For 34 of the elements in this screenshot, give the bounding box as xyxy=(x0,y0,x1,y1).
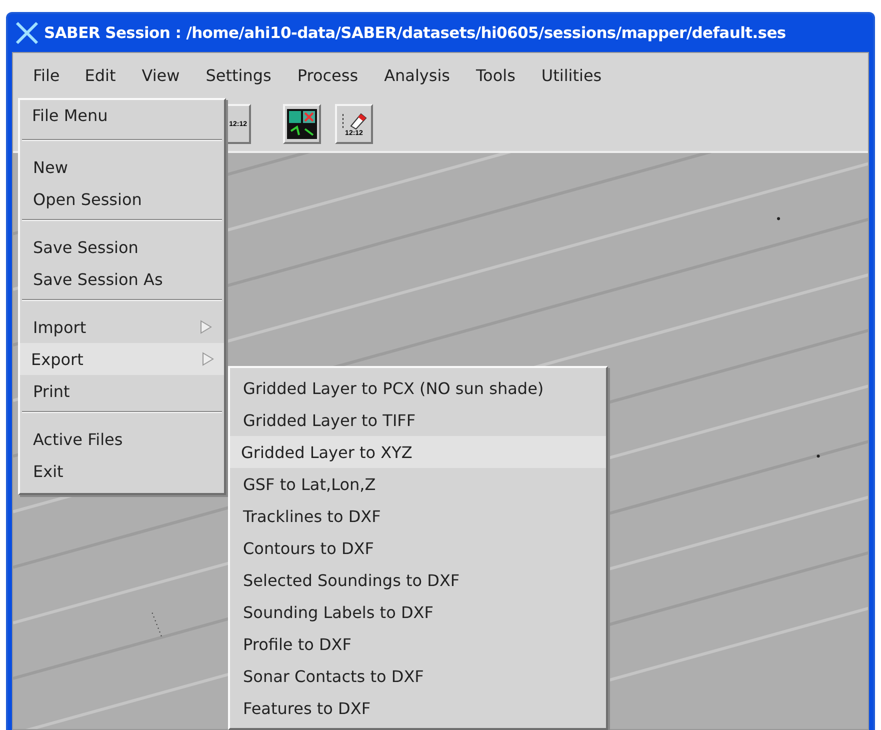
menu-item[interactable]: Save Session xyxy=(20,231,224,263)
menu-title[interactable]: Analysis xyxy=(371,60,463,90)
menu-item[interactable]: Tracklines to DXF xyxy=(230,500,606,532)
menu-item[interactable]: Open Session xyxy=(20,183,224,215)
menu-title[interactable]: Edit xyxy=(72,60,129,90)
map-tool-button[interactable] xyxy=(283,104,321,144)
menu-title[interactable]: Process xyxy=(284,60,372,90)
menu-item[interactable]: Active Files xyxy=(20,423,224,455)
menu-item[interactable]: Print xyxy=(20,375,224,407)
menu-item[interactable]: Selected Soundings to DXF xyxy=(230,564,606,596)
menu-item[interactable]: Profile to DXF xyxy=(230,628,606,660)
menu-item[interactable]: Sonar Contacts to DXF xyxy=(230,660,606,692)
x-logo-icon xyxy=(14,21,40,45)
menu-title[interactable]: Utilities xyxy=(528,60,615,90)
menu-item[interactable]: Contours to DXF xyxy=(230,532,606,564)
menu-item[interactable]: Gridded Layer to TIFF xyxy=(230,404,606,436)
menu-item[interactable]: New xyxy=(20,151,224,183)
menu-item[interactable]: Exit xyxy=(20,455,224,487)
menu-item[interactable]: GSF to Lat,Lon,Z xyxy=(230,468,606,500)
eraser-icon xyxy=(341,112,367,130)
menu-title[interactable]: Settings xyxy=(192,60,284,90)
window-title: SABER Session : /home/ahi10-data/SABER/datasets/hi0605/sessions/mapper/default.ses xyxy=(44,24,786,42)
menu-heading: File Menu xyxy=(31,105,109,127)
menu-item[interactable]: Features to DXF xyxy=(230,692,606,724)
menu-item[interactable]: Sounding Labels to DXF xyxy=(230,596,606,628)
grid-map-icon xyxy=(287,109,317,139)
menu-title[interactable]: Tools xyxy=(462,60,528,90)
menu-item[interactable]: Export xyxy=(20,343,224,375)
menu-title[interactable]: File xyxy=(21,62,72,88)
menu-title[interactable]: View xyxy=(128,60,193,90)
menu-item[interactable]: Save Session As xyxy=(20,263,224,295)
menu-item[interactable]: Import xyxy=(20,311,224,343)
menu-item[interactable]: Gridded Layer to XYZ xyxy=(230,436,606,468)
menu-item[interactable]: Gridded Layer to PCX (NO sun shade) xyxy=(230,372,606,404)
